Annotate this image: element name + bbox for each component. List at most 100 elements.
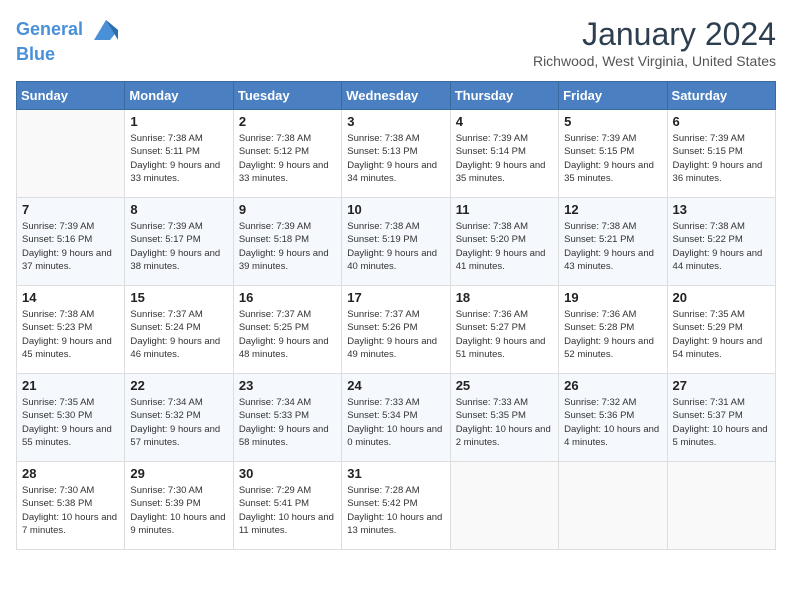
day-number: 17 — [347, 290, 444, 305]
calendar-cell: 10 Sunrise: 7:38 AMSunset: 5:19 PMDayligh… — [342, 198, 450, 286]
calendar-cell: 13 Sunrise: 7:38 AMSunset: 5:22 PMDayligh… — [667, 198, 775, 286]
day-number: 31 — [347, 466, 444, 481]
calendar-cell: 24 Sunrise: 7:33 AMSunset: 5:34 PMDayligh… — [342, 374, 450, 462]
calendar-week-row: 14Sunrise: 7:38 AMSunset: 5:23 PMDayligh… — [17, 286, 776, 374]
day-number: 26 — [564, 378, 661, 393]
calendar-cell: 9 Sunrise: 7:39 AMSunset: 5:18 PMDaylight… — [233, 198, 341, 286]
weekday-header-saturday: Saturday — [667, 82, 775, 110]
cell-info: Sunrise: 7:38 AMSunset: 5:20 PMDaylight:… — [456, 220, 553, 273]
month-title: January 2024 — [533, 16, 776, 53]
day-number: 29 — [130, 466, 227, 481]
calendar-cell: 28Sunrise: 7:30 AMSunset: 5:38 PMDayligh… — [17, 462, 125, 550]
calendar-cell: 16 Sunrise: 7:37 AMSunset: 5:25 PMDayligh… — [233, 286, 341, 374]
cell-info: Sunrise: 7:37 AMSunset: 5:26 PMDaylight:… — [347, 308, 444, 361]
day-number: 16 — [239, 290, 336, 305]
calendar-cell — [450, 462, 558, 550]
day-number: 9 — [239, 202, 336, 217]
calendar-cell: 20Sunrise: 7:35 AMSunset: 5:29 PMDayligh… — [667, 286, 775, 374]
cell-info: Sunrise: 7:29 AMSunset: 5:41 PMDaylight:… — [239, 484, 336, 537]
day-number: 8 — [130, 202, 227, 217]
cell-info: Sunrise: 7:39 AMSunset: 5:18 PMDaylight:… — [239, 220, 336, 273]
logo: General Blue — [16, 16, 122, 66]
calendar-cell: 25 Sunrise: 7:33 AMSunset: 5:35 PMDayligh… — [450, 374, 558, 462]
calendar-cell: 1 Sunrise: 7:38 AMSunset: 5:11 PMDaylight… — [125, 110, 233, 198]
day-number: 21 — [22, 378, 119, 393]
cell-info: Sunrise: 7:32 AMSunset: 5:36 PMDaylight:… — [564, 396, 661, 449]
cell-info: Sunrise: 7:39 AMSunset: 5:17 PMDaylight:… — [130, 220, 227, 273]
day-number: 25 — [456, 378, 553, 393]
calendar-cell: 21 Sunrise: 7:35 AMSunset: 5:30 PMDayligh… — [17, 374, 125, 462]
calendar-cell: 12 Sunrise: 7:38 AMSunset: 5:21 PMDayligh… — [559, 198, 667, 286]
cell-info: Sunrise: 7:34 AMSunset: 5:33 PMDaylight:… — [239, 396, 336, 449]
cell-info: Sunrise: 7:39 AMSunset: 5:15 PMDaylight:… — [564, 132, 661, 185]
calendar-cell — [559, 462, 667, 550]
calendar-cell: 14Sunrise: 7:38 AMSunset: 5:23 PMDayligh… — [17, 286, 125, 374]
calendar-cell — [667, 462, 775, 550]
calendar-cell: 29Sunrise: 7:30 AMSunset: 5:39 PMDayligh… — [125, 462, 233, 550]
day-number: 1 — [130, 114, 227, 129]
logo-text: General — [16, 16, 122, 44]
day-number: 2 — [239, 114, 336, 129]
day-number: 18 — [456, 290, 553, 305]
calendar-cell: 18 Sunrise: 7:36 AMSunset: 5:27 PMDayligh… — [450, 286, 558, 374]
cell-info: Sunrise: 7:37 AMSunset: 5:24 PMDaylight:… — [130, 308, 227, 361]
cell-info: Sunrise: 7:38 AMSunset: 5:23 PMDaylight:… — [22, 308, 119, 361]
calendar-cell: 26 Sunrise: 7:32 AMSunset: 5:36 PMDayligh… — [559, 374, 667, 462]
weekday-header-wednesday: Wednesday — [342, 82, 450, 110]
title-area: January 2024 Richwood, West Virginia, Un… — [533, 16, 776, 69]
calendar-cell: 31Sunrise: 7:28 AMSunset: 5:42 PMDayligh… — [342, 462, 450, 550]
calendar-cell: 2 Sunrise: 7:38 AMSunset: 5:12 PMDaylight… — [233, 110, 341, 198]
day-number: 4 — [456, 114, 553, 129]
cell-info: Sunrise: 7:39 AMSunset: 5:14 PMDaylight:… — [456, 132, 553, 185]
day-number: 15 — [130, 290, 227, 305]
calendar-cell: 4 Sunrise: 7:39 AMSunset: 5:14 PMDaylight… — [450, 110, 558, 198]
cell-info: Sunrise: 7:31 AMSunset: 5:37 PMDaylight:… — [673, 396, 770, 449]
cell-info: Sunrise: 7:33 AMSunset: 5:35 PMDaylight:… — [456, 396, 553, 449]
weekday-header-sunday: Sunday — [17, 82, 125, 110]
day-number: 7 — [22, 202, 119, 217]
day-number: 19 — [564, 290, 661, 305]
logo-line2: Blue — [16, 44, 122, 66]
day-number: 30 — [239, 466, 336, 481]
calendar-cell: 19Sunrise: 7:36 AMSunset: 5:28 PMDayligh… — [559, 286, 667, 374]
calendar-table: SundayMondayTuesdayWednesdayThursdayFrid… — [16, 81, 776, 550]
cell-info: Sunrise: 7:36 AMSunset: 5:27 PMDaylight:… — [456, 308, 553, 361]
cell-info: Sunrise: 7:37 AMSunset: 5:25 PMDaylight:… — [239, 308, 336, 361]
day-number: 12 — [564, 202, 661, 217]
weekday-header-friday: Friday — [559, 82, 667, 110]
calendar-week-row: 1 Sunrise: 7:38 AMSunset: 5:11 PMDaylight… — [17, 110, 776, 198]
calendar-cell: 5 Sunrise: 7:39 AMSunset: 5:15 PMDaylight… — [559, 110, 667, 198]
cell-info: Sunrise: 7:34 AMSunset: 5:32 PMDaylight:… — [130, 396, 227, 449]
day-number: 13 — [673, 202, 770, 217]
calendar-cell: 11 Sunrise: 7:38 AMSunset: 5:20 PMDayligh… — [450, 198, 558, 286]
cell-info: Sunrise: 7:38 AMSunset: 5:21 PMDaylight:… — [564, 220, 661, 273]
day-number: 20 — [673, 290, 770, 305]
calendar-cell: 22 Sunrise: 7:34 AMSunset: 5:32 PMDayligh… — [125, 374, 233, 462]
cell-info: Sunrise: 7:38 AMSunset: 5:19 PMDaylight:… — [347, 220, 444, 273]
calendar-cell: 8 Sunrise: 7:39 AMSunset: 5:17 PMDaylight… — [125, 198, 233, 286]
calendar-week-row: 28Sunrise: 7:30 AMSunset: 5:38 PMDayligh… — [17, 462, 776, 550]
page-header: General Blue January 2024 Richwood, West… — [16, 16, 776, 69]
calendar-cell: 17 Sunrise: 7:37 AMSunset: 5:26 PMDayligh… — [342, 286, 450, 374]
calendar-week-row: 7Sunrise: 7:39 AMSunset: 5:16 PMDaylight… — [17, 198, 776, 286]
cell-info: Sunrise: 7:38 AMSunset: 5:13 PMDaylight:… — [347, 132, 444, 185]
cell-info: Sunrise: 7:35 AMSunset: 5:30 PMDaylight:… — [22, 396, 119, 449]
day-number: 10 — [347, 202, 444, 217]
weekday-header-tuesday: Tuesday — [233, 82, 341, 110]
calendar-cell: 23 Sunrise: 7:34 AMSunset: 5:33 PMDayligh… — [233, 374, 341, 462]
day-number: 22 — [130, 378, 227, 393]
cell-info: Sunrise: 7:33 AMSunset: 5:34 PMDaylight:… — [347, 396, 444, 449]
weekday-header-row: SundayMondayTuesdayWednesdayThursdayFrid… — [17, 82, 776, 110]
day-number: 28 — [22, 466, 119, 481]
day-number: 24 — [347, 378, 444, 393]
day-number: 23 — [239, 378, 336, 393]
location: Richwood, West Virginia, United States — [533, 53, 776, 69]
cell-info: Sunrise: 7:38 AMSunset: 5:12 PMDaylight:… — [239, 132, 336, 185]
day-number: 11 — [456, 202, 553, 217]
day-number: 5 — [564, 114, 661, 129]
calendar-week-row: 21 Sunrise: 7:35 AMSunset: 5:30 PMDayligh… — [17, 374, 776, 462]
cell-info: Sunrise: 7:38 AMSunset: 5:11 PMDaylight:… — [130, 132, 227, 185]
cell-info: Sunrise: 7:39 AMSunset: 5:15 PMDaylight:… — [673, 132, 770, 185]
weekday-header-monday: Monday — [125, 82, 233, 110]
cell-info: Sunrise: 7:38 AMSunset: 5:22 PMDaylight:… — [673, 220, 770, 273]
